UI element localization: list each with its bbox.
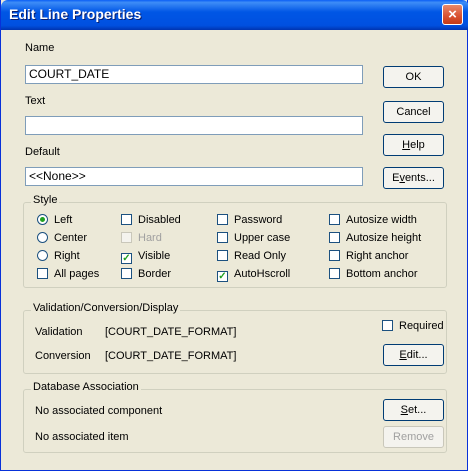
required-checkbox[interactable]: Required [382, 320, 444, 332]
help-button[interactable]: Help [383, 134, 444, 156]
default-label: Default [25, 146, 60, 158]
style-option-read-only[interactable]: Read Only [217, 250, 286, 262]
style-option-upper-case[interactable]: Upper case [217, 232, 290, 244]
default-select-value: <<None>> [29, 169, 86, 183]
style-option-password[interactable]: Password [217, 214, 282, 226]
style-option-label: Right anchor [346, 250, 409, 262]
style-option-border[interactable]: Border [121, 268, 171, 280]
checkbox-hard [121, 232, 132, 243]
checkbox-password[interactable] [217, 214, 228, 225]
conversion-value: [COURT_DATE_FORMAT] [105, 350, 237, 362]
style-group-label: Style [31, 194, 60, 206]
style-option-label: Autosize height [346, 232, 422, 244]
style-option-hard: Hard [121, 232, 162, 244]
style-option-autosize-width[interactable]: Autosize width [329, 214, 417, 226]
item-text: No associated item [35, 431, 129, 443]
style-option-label: Bottom anchor [346, 268, 418, 280]
radio-left[interactable] [37, 214, 48, 225]
default-select[interactable]: <<None>> ▼ [25, 167, 363, 186]
ok-button[interactable]: OK [383, 66, 444, 88]
cancel-button[interactable]: Cancel [383, 101, 444, 123]
style-option-bottom-anchor[interactable]: Bottom anchor [329, 268, 418, 280]
checkbox-right-anchor[interactable] [329, 250, 340, 261]
radio-center[interactable] [37, 232, 48, 243]
conversion-label: Conversion [35, 350, 91, 362]
checkbox-autosize-height[interactable] [329, 232, 340, 243]
checkbox-autosize-width[interactable] [329, 214, 340, 225]
checkbox-upper-case[interactable] [217, 232, 228, 243]
validation-group-label: Validation/Conversion/Display [31, 302, 181, 314]
style-option-all-pages[interactable]: All pages [37, 268, 99, 280]
style-option-label: Hard [138, 232, 162, 244]
style-option-left[interactable]: Left [37, 214, 72, 226]
database-group-label: Database Association [31, 381, 141, 393]
validation-label: Validation [35, 326, 83, 338]
close-icon: × [448, 6, 457, 23]
style-option-center[interactable]: Center [37, 232, 87, 244]
style-option-autohscroll[interactable]: ✓ AutoHscroll [217, 268, 290, 282]
style-option-right[interactable]: Right [37, 250, 80, 262]
style-option-label: Autosize width [346, 214, 417, 226]
name-label: Name [25, 42, 55, 54]
component-text: No associated component [35, 405, 163, 417]
checkbox-read-only[interactable] [217, 250, 228, 261]
style-option-disabled[interactable]: Disabled [121, 214, 181, 226]
checkbox-autohscroll[interactable]: ✓ [217, 271, 228, 282]
style-option-label: All pages [54, 268, 100, 280]
style-option-label: Border [138, 268, 172, 280]
style-option-label: Right [54, 250, 80, 262]
style-option-label: Disabled [138, 214, 181, 226]
style-option-label: Read Only [234, 250, 286, 262]
checkbox-bottom-anchor[interactable] [329, 268, 340, 279]
checkbox-all-pages[interactable] [37, 268, 48, 279]
style-option-label: Password [234, 214, 283, 226]
required-label: Required [399, 320, 444, 332]
style-option-label: Visible [138, 250, 171, 262]
style-option-label: AutoHscroll [234, 268, 291, 280]
edit-line-properties-dialog: Edit Line Properties × Name COURT_DATE T… [0, 0, 468, 471]
close-button[interactable]: × [442, 4, 463, 25]
validation-value: [COURT_DATE_FORMAT] [105, 326, 237, 338]
edit-button[interactable]: Edit... [383, 344, 444, 366]
style-option-visible[interactable]: ✓ Visible [121, 250, 170, 264]
set-button[interactable]: Set... [383, 399, 444, 421]
style-option-label: Upper case [234, 232, 291, 244]
text-input[interactable] [25, 116, 363, 135]
text-label: Text [25, 95, 46, 107]
style-option-autosize-height[interactable]: Autosize height [329, 232, 421, 244]
window-title: Edit Line Properties [9, 6, 142, 22]
name-input[interactable]: COURT_DATE [25, 65, 363, 84]
style-option-label: Left [54, 214, 73, 226]
events-button[interactable]: Events... [383, 167, 444, 189]
style-option-label: Center [54, 232, 88, 244]
checkbox-visible[interactable]: ✓ [121, 253, 132, 264]
required-check-box[interactable] [382, 320, 393, 331]
style-option-right-anchor[interactable]: Right anchor [329, 250, 408, 262]
remove-button[interactable]: Remove [383, 426, 444, 448]
title-bar[interactable]: Edit Line Properties × [1, 0, 468, 30]
checkbox-disabled[interactable] [121, 214, 132, 225]
checkbox-border[interactable] [121, 268, 132, 279]
radio-right[interactable] [37, 250, 48, 261]
